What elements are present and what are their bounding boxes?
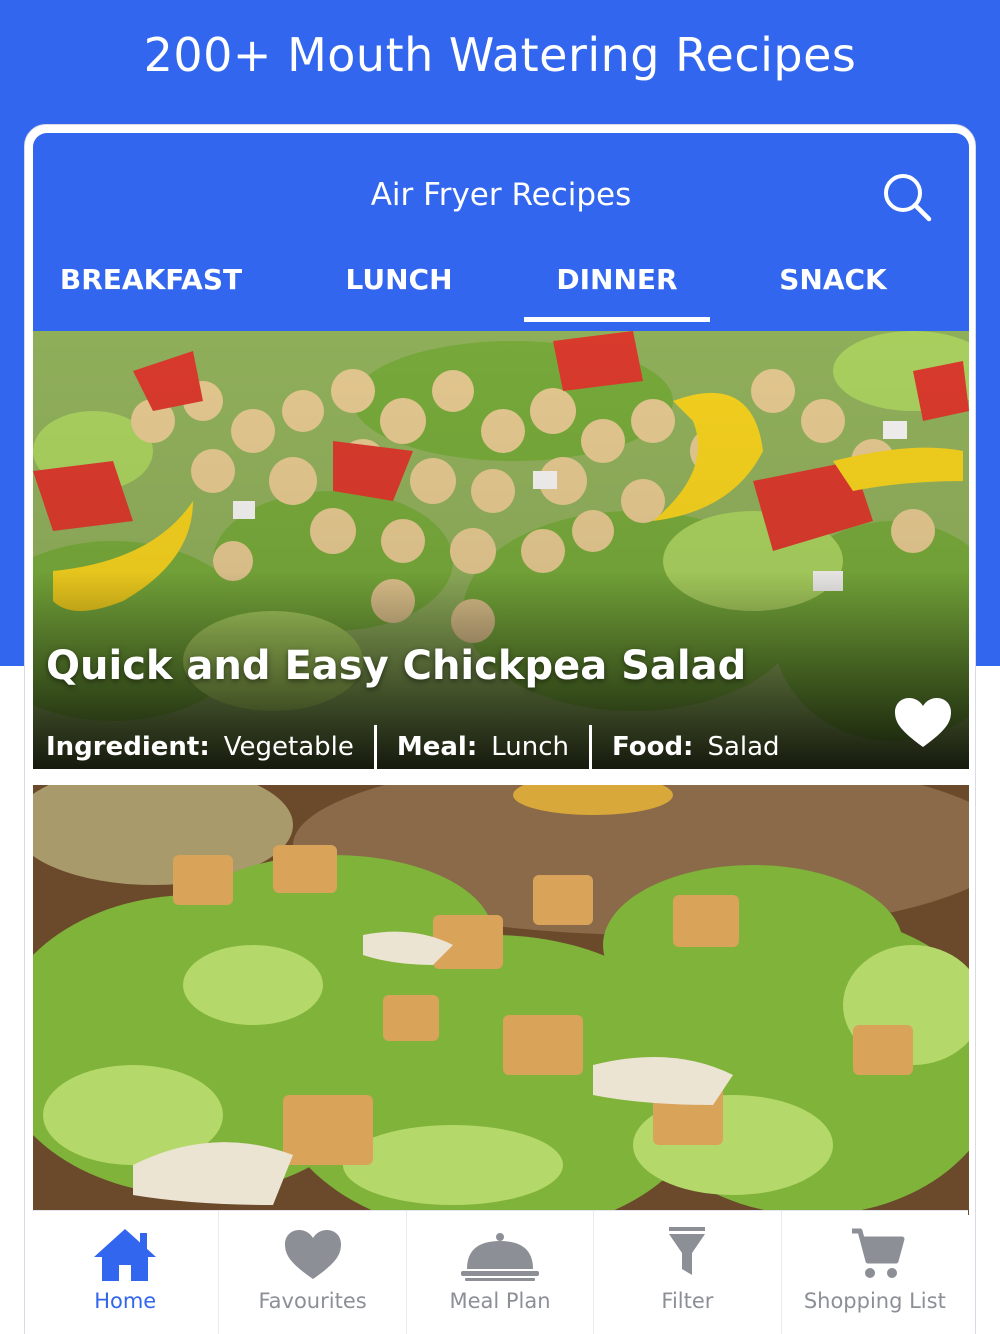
app-title: Air Fryer Recipes: [370, 177, 632, 213]
tab-breakfast[interactable]: BREAKFAST: [49, 251, 253, 325]
app-bar: Air Fryer Recipes BREAKFAST LUNCH DINNER…: [33, 133, 969, 331]
meal-value: Lunch: [491, 732, 570, 762]
bottom-navigation: Home Favourites Meal Plan Filter Shoppin…: [32, 1210, 968, 1334]
nav-home[interactable]: Home: [32, 1211, 220, 1334]
nav-favourites[interactable]: Favourites: [219, 1211, 407, 1334]
food-value: Salad: [707, 732, 780, 762]
device-frame: Air Fryer Recipes BREAKFAST LUNCH DINNER…: [24, 124, 976, 1334]
search-button[interactable]: [881, 171, 937, 227]
heart-icon: [895, 698, 951, 747]
app-screen: Air Fryer Recipes BREAKFAST LUNCH DINNER…: [33, 133, 969, 1334]
favourite-button[interactable]: [891, 695, 955, 751]
nav-label: Favourites: [258, 1289, 367, 1313]
cart-icon: [851, 1228, 905, 1278]
nav-label: Home: [94, 1289, 157, 1313]
nav-filter[interactable]: Filter: [594, 1211, 782, 1334]
cloche-icon: [461, 1233, 540, 1281]
meal-label: Meal:: [396, 732, 478, 762]
nav-label: Shopping List: [803, 1289, 946, 1313]
food-label: Food:: [612, 732, 694, 762]
recipe-meta: Ingredient: Vegetable Meal: Lunch Food: …: [46, 725, 780, 769]
nav-label: Filter: [661, 1289, 714, 1313]
nav-shopping-list[interactable]: Shopping List: [782, 1211, 968, 1334]
recipe-photo: [33, 785, 969, 1215]
meta-divider: [373, 725, 377, 769]
home-icon: [94, 1229, 157, 1281]
recipe-photo: [33, 331, 969, 769]
active-tab-indicator: [524, 317, 710, 322]
nav-meal-plan[interactable]: Meal Plan: [407, 1211, 595, 1334]
heart-icon: [284, 1230, 341, 1279]
search-icon: [884, 174, 932, 222]
ingredient-label: Ingredient:: [46, 732, 210, 762]
tab-snack[interactable]: SNACK: [753, 251, 913, 325]
tab-lunch[interactable]: LUNCH: [319, 251, 479, 325]
hero-title: 200+ Mouth Watering Recipes: [143, 28, 857, 82]
filter-icon: [669, 1227, 706, 1275]
tab-dinner[interactable]: DINNER: [524, 251, 710, 325]
nav-label: Meal Plan: [449, 1289, 551, 1313]
category-tabs: BREAKFAST LUNCH DINNER SNACK: [33, 251, 969, 325]
recipe-card[interactable]: [33, 785, 969, 1215]
ingredient-value: Vegetable: [223, 732, 354, 762]
meta-divider: [589, 725, 593, 769]
recipe-card[interactable]: Quick and Easy Chickpea Salad Ingredient…: [33, 331, 969, 769]
recipe-title: Quick and Easy Chickpea Salad: [46, 643, 747, 689]
